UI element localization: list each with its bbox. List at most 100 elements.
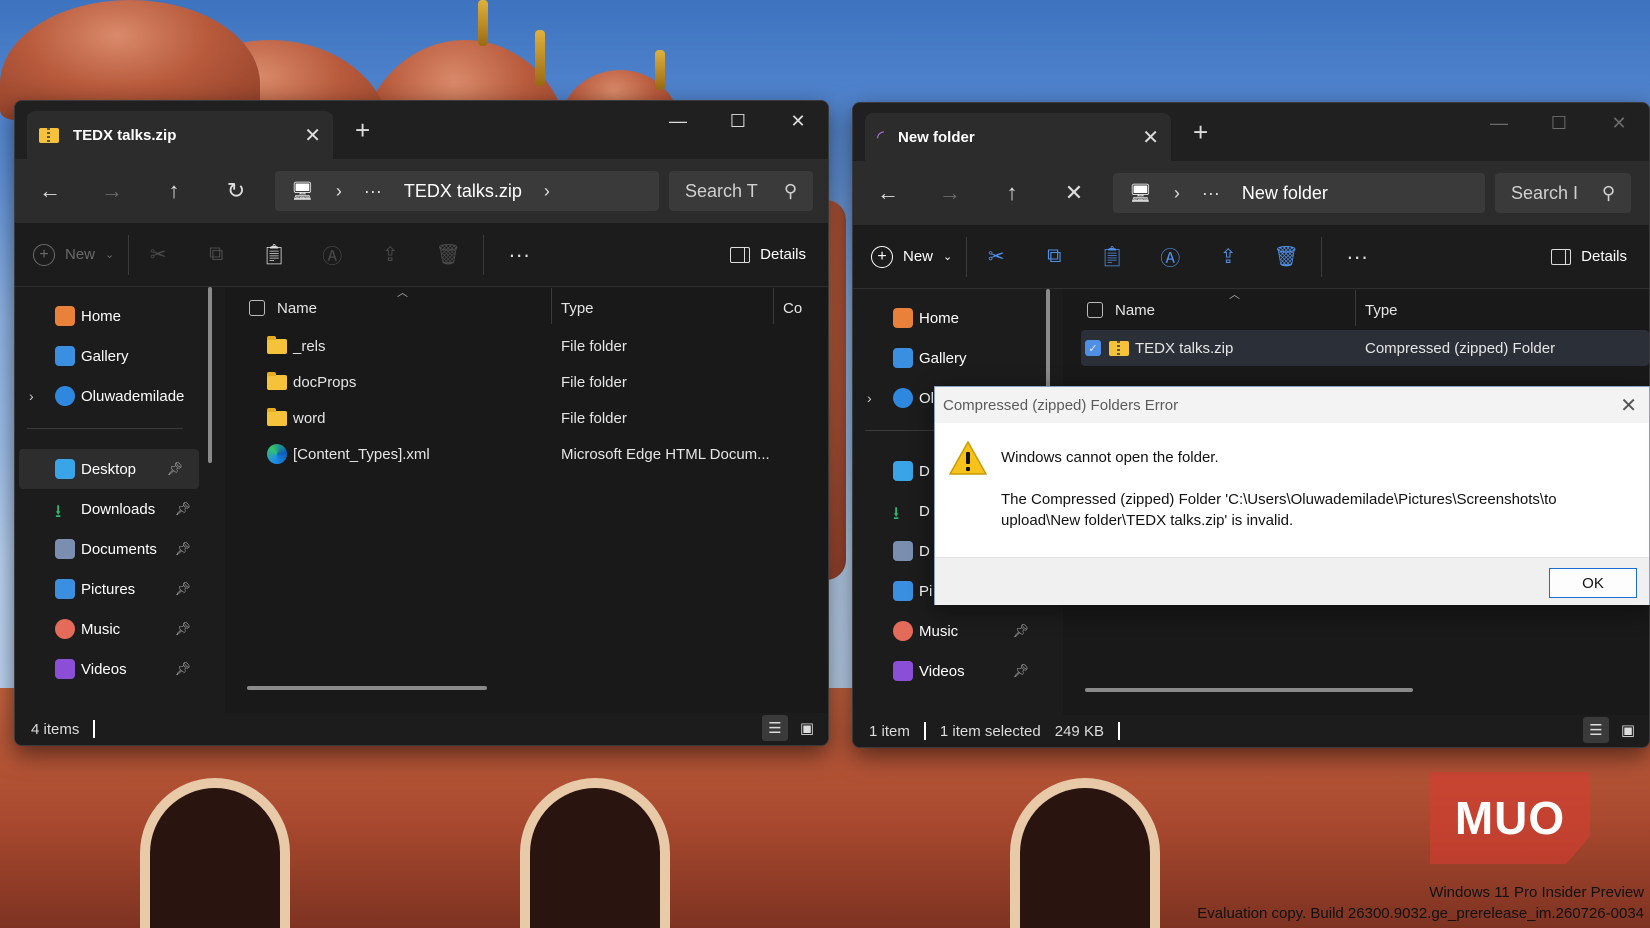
chevron-right-icon[interactable]: › <box>29 388 34 404</box>
search-box[interactable]: Search I ⚲ <box>1495 173 1631 213</box>
details-view-icon[interactable]: ☰ <box>1583 717 1609 743</box>
details-label: Details <box>760 246 806 263</box>
copy-button[interactable]: ⧉ <box>1025 237 1083 277</box>
table-row[interactable]: [Content_Types].xml Microsoft Edge HTML … <box>225 436 828 472</box>
sidebar-item-onedrive[interactable]: › Oluwademilade <box>15 376 207 416</box>
sidebar-scrollbar[interactable] <box>208 287 212 463</box>
maximize-button[interactable]: ☐ <box>708 101 768 141</box>
rename-button[interactable]: Ⓐ <box>303 235 361 275</box>
row-checkbox-checked[interactable]: ✓ <box>1085 340 1101 356</box>
breadcrumb-chevron-icon[interactable]: › <box>1174 183 1180 204</box>
sidebar-item-desktop[interactable]: Desktop 📌︎ <box>19 449 199 489</box>
breadcrumb-current[interactable]: TEDX talks.zip <box>404 181 522 202</box>
new-tab-button[interactable]: + <box>1193 117 1208 148</box>
tab-new-folder[interactable]: ◜ New folder ✕ <box>865 113 1171 161</box>
column-header-name[interactable]: Name <box>1115 302 1155 319</box>
more-options-button[interactable]: ··· <box>1328 237 1386 277</box>
close-window-button[interactable]: ✕ <box>768 101 828 141</box>
close-tab-icon[interactable]: ✕ <box>1142 125 1159 150</box>
forward-button[interactable]: → <box>919 180 981 206</box>
sidebar-item-downloads[interactable]: ⭳ Downloads 📌︎ <box>15 489 207 529</box>
share-button[interactable]: ⇪ <box>1199 237 1257 277</box>
tiles-view-icon[interactable]: ▣ <box>1615 717 1641 743</box>
table-row-selected[interactable]: ✓ TEDX talks.zip Compressed (zipped) Fol… <box>1081 330 1649 366</box>
ok-button[interactable]: OK <box>1549 568 1637 598</box>
paste-button[interactable]: 📋︎ <box>1083 237 1141 277</box>
up-button[interactable]: ↑ <box>143 178 205 204</box>
details-pane-button[interactable]: Details <box>1551 248 1627 265</box>
rename-button[interactable]: Ⓐ <box>1141 237 1199 277</box>
column-header-name[interactable]: Name <box>277 300 317 317</box>
maximize-button[interactable]: ☐ <box>1529 103 1589 143</box>
up-button[interactable]: ↑ <box>981 180 1043 206</box>
sidebar-item-music[interactable]: Music 📌︎ <box>853 611 1045 651</box>
copy-button[interactable]: ⧉ <box>187 235 245 275</box>
close-window-button[interactable]: ✕ <box>1589 103 1649 143</box>
column-header-type[interactable]: Type <box>1365 302 1398 319</box>
column-divider[interactable] <box>1355 290 1356 326</box>
close-dialog-button[interactable]: ✕ <box>1620 393 1637 418</box>
caption-buttons: — ☐ ✕ <box>1469 103 1649 143</box>
refresh-button[interactable]: ↻ <box>205 178 267 204</box>
table-row[interactable]: _rels File folder <box>225 328 828 364</box>
tab-tedx-zip[interactable]: TEDX talks.zip ✕ <box>27 111 333 159</box>
address-bar[interactable]: 🖥︎ › ··· New folder <box>1113 173 1485 213</box>
column-header-extra[interactable]: Co <box>783 300 802 317</box>
cut-button[interactable]: ✂ <box>129 235 187 275</box>
back-button[interactable]: ← <box>19 178 81 204</box>
share-button[interactable]: ⇪ <box>361 235 419 275</box>
address-bar[interactable]: 🖥︎ › ··· TEDX talks.zip › <box>275 171 659 211</box>
file-name: docProps <box>293 373 357 391</box>
sidebar-item-home[interactable]: Home <box>853 298 1045 338</box>
sidebar-item-videos[interactable]: Videos 📌︎ <box>15 649 207 689</box>
new-tab-button[interactable]: + <box>355 115 370 146</box>
select-all-checkbox[interactable] <box>249 300 265 316</box>
breadcrumb-chevron-icon[interactable]: › <box>544 181 550 202</box>
forward-button[interactable]: → <box>81 178 143 204</box>
sidebar-item-pictures[interactable]: Pictures 📌︎ <box>15 569 207 609</box>
sidebar-item-home[interactable]: Home <box>15 296 207 336</box>
tiles-view-icon[interactable]: ▣ <box>794 715 820 741</box>
column-divider[interactable] <box>551 288 552 324</box>
sidebar-item-gallery[interactable]: Gallery <box>15 336 207 376</box>
chevron-right-icon[interactable]: › <box>867 390 872 406</box>
delete-button[interactable]: 🗑︎ <box>1257 237 1315 277</box>
horizontal-scrollbar[interactable] <box>1085 688 1413 692</box>
build-watermark: Windows 11 Pro Insider Preview Evaluatio… <box>1197 882 1644 924</box>
more-options-button[interactable]: ··· <box>490 235 548 275</box>
breadcrumb-current[interactable]: New folder <box>1242 183 1328 204</box>
sidebar-item-documents[interactable]: Documents 📌︎ <box>15 529 207 569</box>
breadcrumb-more[interactable]: ··· <box>364 181 382 202</box>
sidebar-item-videos[interactable]: Videos 📌︎ <box>853 651 1045 691</box>
file-name: TEDX talks.zip <box>1135 339 1234 357</box>
new-label: New <box>903 248 934 265</box>
details-view-icon[interactable]: ☰ <box>762 715 788 741</box>
breadcrumb-more[interactable]: ··· <box>1202 183 1220 204</box>
cut-button[interactable]: ✂ <box>967 237 1025 277</box>
paste-button[interactable]: 📋︎ <box>245 235 303 275</box>
new-button[interactable]: + New ⌄ <box>871 236 968 277</box>
sidebar-item-music[interactable]: Music 📌︎ <box>15 609 207 649</box>
minimize-button[interactable]: — <box>1469 103 1529 143</box>
minimize-button[interactable]: — <box>648 101 708 141</box>
new-button[interactable]: + New ⌄ <box>33 234 130 275</box>
back-button[interactable]: ← <box>857 180 919 206</box>
select-all-checkbox[interactable] <box>1087 302 1103 318</box>
new-label: New <box>65 246 96 263</box>
details-pane-button[interactable]: Details <box>730 246 806 263</box>
breadcrumb-chevron-icon[interactable]: › <box>336 181 342 202</box>
table-row[interactable]: word File folder <box>225 400 828 436</box>
error-dialog: Compressed (zipped) Folders Error ✕ Wind… <box>934 386 1650 605</box>
column-divider[interactable] <box>773 288 774 324</box>
horizontal-scrollbar[interactable] <box>247 686 487 690</box>
table-row[interactable]: docProps File folder <box>225 364 828 400</box>
column-header-type[interactable]: Type <box>561 300 594 317</box>
navigation-bar: ← → ↑ ↻ 🖥︎ › ··· TEDX talks.zip › Search… <box>15 159 828 223</box>
downloads-icon: ⭳ <box>893 503 900 523</box>
close-tab-icon[interactable]: ✕ <box>304 123 321 148</box>
stop-loading-button[interactable]: ✕ <box>1043 180 1105 206</box>
search-box[interactable]: Search T ⚲ <box>669 171 813 211</box>
delete-button[interactable]: 🗑︎ <box>419 235 477 275</box>
sort-ascending-icon: ︿ <box>397 287 408 299</box>
sidebar-item-gallery[interactable]: Gallery <box>853 338 1045 378</box>
